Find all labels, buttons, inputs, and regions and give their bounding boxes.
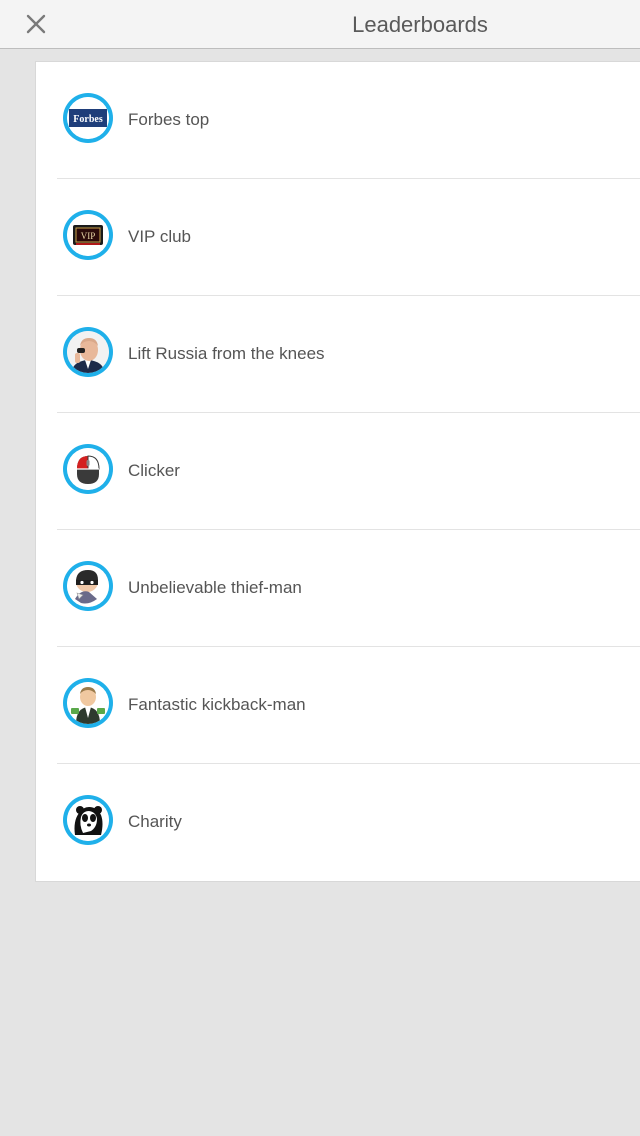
forbes-icon: Forbes: [67, 97, 109, 139]
leaderboard-label: Forbes top: [128, 110, 210, 129]
avatar: [63, 795, 113, 845]
leaderboards-list: Forbes Forbes top VIP VIP club Lift Russ…: [35, 61, 640, 882]
kickback-man-icon: [67, 682, 109, 724]
leaderboard-label: Charity: [128, 812, 182, 831]
vip-icon: VIP: [67, 214, 109, 256]
mouse-icon: [67, 448, 109, 490]
leaderboard-item-lift-russia[interactable]: Lift Russia from the knees: [36, 296, 640, 413]
thief-icon: [67, 565, 109, 607]
panda-icon: [67, 799, 109, 841]
top-bar: Leaderboards: [0, 0, 640, 49]
avatar: [63, 444, 113, 494]
leaderboard-item-thief-man[interactable]: Unbelievable thief-man: [36, 530, 640, 647]
leaderboard-item-clicker[interactable]: Clicker: [36, 413, 640, 530]
leaderboard-item-kickback-man[interactable]: Fantastic kickback-man: [36, 647, 640, 764]
leaderboard-label: Lift Russia from the knees: [128, 344, 325, 363]
avatar: [63, 678, 113, 728]
leaderboard-label: VIP club: [128, 227, 192, 246]
leaderboard-label: Fantastic kickback-man: [128, 695, 306, 714]
leaderboard-label: Clicker: [128, 461, 180, 480]
avatar: [63, 561, 113, 611]
leaderboard-label: Unbelievable thief-man: [128, 578, 302, 597]
leaderboard-item-vip-club[interactable]: VIP VIP club: [36, 179, 640, 296]
vip-icon-text: VIP: [81, 231, 96, 241]
leaderboard-item-charity[interactable]: Charity: [36, 764, 640, 881]
avatar: VIP: [63, 210, 113, 260]
avatar: [63, 327, 113, 377]
avatar: Forbes: [63, 93, 113, 143]
leaderboard-item-forbes-top[interactable]: Forbes Forbes top: [36, 62, 640, 179]
page-title: Leaderboards: [352, 12, 488, 37]
president-icon: [67, 331, 109, 373]
forbes-icon-text: Forbes: [73, 114, 103, 125]
